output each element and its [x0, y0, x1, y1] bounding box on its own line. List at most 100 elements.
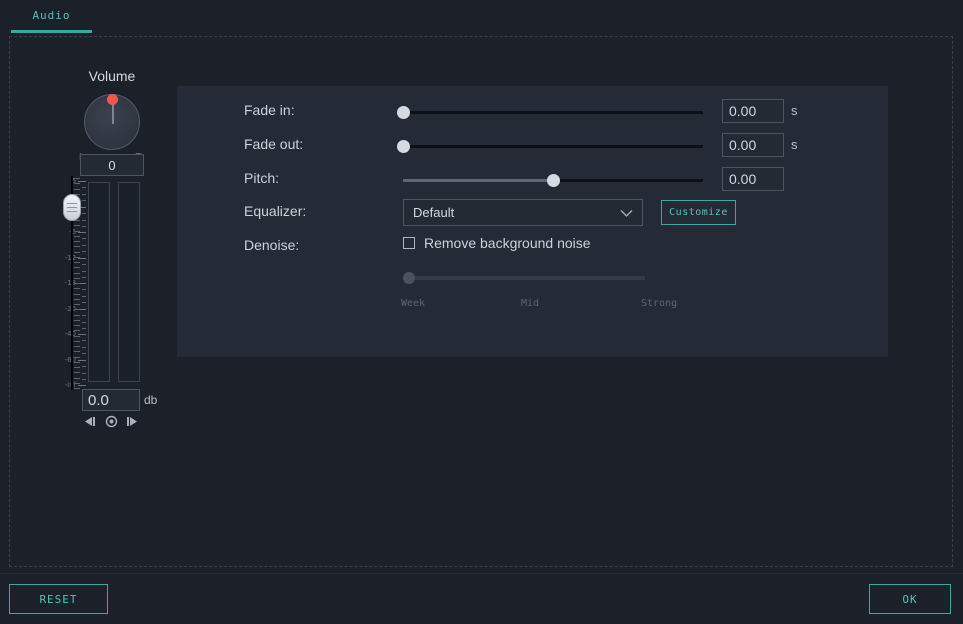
add-keyframe-icon[interactable] [103, 414, 119, 428]
fader-tick [74, 183, 80, 184]
volume-panel: Volume L R 0 60-6-12-18-20-40-60-inf 0.0… [52, 68, 172, 433]
fade-in-slider-handle[interactable] [397, 106, 410, 119]
fade-out-slider-handle[interactable] [397, 140, 410, 153]
fader-tick [74, 346, 80, 347]
db-scale-minor-tick [82, 187, 86, 188]
fader-tick [74, 189, 80, 190]
equalizer-label: Equalizer: [244, 203, 307, 219]
fader-tick [74, 231, 80, 232]
reset-button[interactable]: RESET [9, 584, 108, 614]
pitch-label: Pitch: [244, 170, 280, 186]
fader-tick [74, 383, 80, 384]
fader-tick [74, 309, 80, 310]
fader-tick [74, 388, 80, 389]
db-scale-minor-tick [82, 373, 86, 374]
pitch-slider-fill [403, 179, 553, 182]
db-scale-minor-tick [82, 353, 86, 354]
db-scale-minor-tick [82, 277, 86, 278]
db-scale-minor-tick [82, 271, 86, 272]
keyframe-target-glyph [105, 415, 117, 427]
denoise-mark-strong: Strong [641, 298, 678, 309]
db-scale-minor-tick [82, 200, 86, 201]
fader-tick [74, 351, 80, 352]
db-scale-minor-tick [82, 194, 86, 195]
equalizer-select[interactable]: Default [403, 199, 643, 226]
row-fade-in: Fade in: 0.00 s [177, 99, 888, 125]
db-scale-minor-tick [82, 315, 86, 316]
db-scale-minor-tick [82, 226, 86, 227]
fader-tick [74, 315, 80, 316]
tab-audio-label: Audio [32, 9, 71, 22]
db-scale-minor-tick [82, 366, 86, 367]
pitch-slider-handle[interactable] [547, 174, 560, 187]
next-keyframe-glyph [127, 416, 137, 426]
row-fade-out: Fade out: 0.00 s [177, 133, 888, 159]
balance-knob[interactable] [84, 94, 140, 150]
next-keyframe-icon[interactable] [124, 414, 140, 428]
fader-tick [74, 252, 80, 253]
fade-out-slider[interactable] [397, 140, 703, 153]
fader-tick [74, 246, 80, 247]
equalizer-selected-value: Default [413, 205, 455, 220]
denoise-mark-week: Week [401, 298, 426, 309]
balance-value-input[interactable]: 0 [80, 154, 144, 176]
chevron-down-icon [620, 206, 633, 221]
db-scale-minor-tick [82, 264, 86, 265]
fade-out-input[interactable]: 0.00 [722, 133, 784, 157]
db-scale-minor-tick [82, 251, 86, 252]
denoise-scale-marks: Week Mid Strong [401, 298, 677, 312]
db-scale-minor-tick [82, 245, 86, 246]
tab-audio[interactable]: Audio [11, 0, 92, 31]
vu-meter-left [88, 182, 110, 382]
denoise-strength-handle[interactable] [403, 272, 415, 284]
fade-out-unit: s [791, 137, 798, 152]
ok-button[interactable]: OK [869, 584, 951, 614]
fader-tick [74, 367, 80, 368]
denoise-mark-mid: Mid [521, 298, 540, 309]
fader-tick [74, 267, 80, 268]
denoise-strength-slider[interactable] [403, 272, 645, 284]
db-scale-minor-tick [82, 302, 86, 303]
db-unit-label: db [144, 393, 158, 407]
db-scale-minor-tick [82, 340, 86, 341]
volume-fader-handle[interactable] [63, 194, 81, 221]
fade-in-label: Fade in: [244, 102, 295, 118]
fader-tick [74, 330, 80, 331]
db-value-input[interactable]: 0.0 [82, 389, 140, 411]
keyframe-controls [82, 412, 140, 430]
fade-in-slider[interactable] [397, 106, 703, 119]
prev-keyframe-glyph [85, 416, 95, 426]
row-pitch: Pitch: 0.00 [177, 167, 888, 193]
fader-tick [74, 362, 80, 363]
fader-tick [74, 320, 80, 321]
db-scale-minor-tick [82, 289, 86, 290]
denoise-label: Denoise: [244, 237, 300, 253]
row-denoise: Denoise: Remove background noise [177, 234, 888, 260]
db-scale-minor-tick [82, 379, 86, 380]
knob-pointer-icon [112, 103, 114, 124]
tab-active-underline [11, 30, 92, 33]
fader-tick [74, 294, 80, 295]
fader-tick [74, 241, 80, 242]
fader-tick [74, 236, 80, 237]
remove-background-noise-checkbox-row[interactable]: Remove background noise [403, 235, 591, 251]
fader-tick [74, 278, 80, 279]
fade-in-unit: s [791, 103, 798, 118]
fader-tick [74, 288, 80, 289]
tab-bar: Audio [0, 0, 963, 33]
prev-keyframe-icon[interactable] [82, 414, 98, 428]
pitch-slider[interactable] [403, 174, 703, 187]
db-scale-minor-tick [82, 347, 86, 348]
db-scale-minor-tick [82, 213, 86, 214]
fade-in-input[interactable]: 0.00 [722, 99, 784, 123]
customize-equalizer-button[interactable]: Customize [661, 200, 736, 225]
fader-tick [74, 283, 80, 284]
fader-tick [74, 299, 80, 300]
fader-tick [74, 262, 80, 263]
remove-background-noise-checkbox[interactable] [403, 237, 415, 249]
pitch-input[interactable]: 0.00 [722, 167, 784, 191]
fader-tick [74, 325, 80, 326]
db-scale-minor-tick [82, 238, 86, 239]
volume-title: Volume [88, 68, 136, 84]
fader-tick [74, 378, 80, 379]
